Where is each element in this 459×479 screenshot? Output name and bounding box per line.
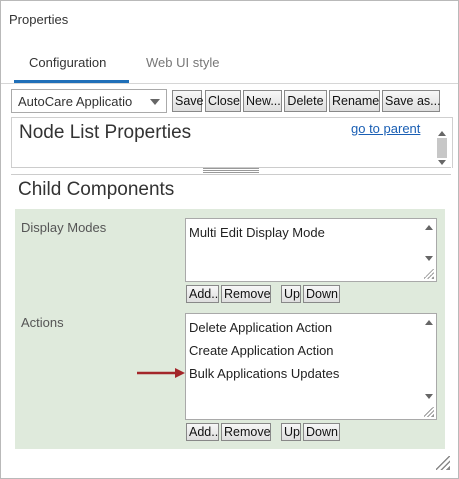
close-button[interactable]: Close xyxy=(205,90,241,112)
splitter-grip-icon[interactable] xyxy=(203,168,259,173)
resize-grip-icon[interactable] xyxy=(424,407,434,417)
up-display-mode-button[interactable]: Up xyxy=(281,285,301,303)
panel-scrollbar[interactable] xyxy=(436,131,448,165)
active-tab-indicator xyxy=(14,80,129,83)
list-item[interactable]: Bulk Applications Updates xyxy=(189,366,339,381)
child-components-panel: Display Modes Multi Edit Display Mode Ad… xyxy=(15,209,445,449)
resize-grip-icon[interactable] xyxy=(424,269,434,279)
save-as-button[interactable]: Save as... xyxy=(382,90,441,112)
component-select[interactable]: AutoCare Applicatio xyxy=(11,89,167,113)
list-item[interactable]: Create Application Action xyxy=(189,343,334,358)
properties-window: Properties Configuration Web UI style Au… xyxy=(0,0,459,479)
save-button[interactable]: Save xyxy=(172,90,204,112)
list-item[interactable]: Multi Edit Display Mode xyxy=(189,225,325,240)
window-title: Properties xyxy=(9,12,69,27)
tab-web-ui-style[interactable]: Web UI style xyxy=(146,55,219,70)
red-arrow-icon xyxy=(137,368,185,378)
splitter[interactable] xyxy=(11,167,451,175)
scroll-up-icon[interactable] xyxy=(438,131,446,136)
tab-bar: Configuration Web UI style xyxy=(1,45,458,84)
tab-configuration[interactable]: Configuration xyxy=(29,55,106,70)
go-to-parent-link[interactable]: go to parent xyxy=(351,121,420,136)
component-select-value: AutoCare Applicatio xyxy=(18,94,133,109)
child-components-title: Child Components xyxy=(18,179,175,200)
chevron-down-icon xyxy=(150,99,160,105)
rename-button[interactable]: Rename xyxy=(329,90,380,112)
actions-label: Actions xyxy=(21,315,64,330)
new-button[interactable]: New... xyxy=(243,90,282,112)
display-modes-list[interactable]: Multi Edit Display Mode xyxy=(185,218,437,282)
node-list-properties-panel: Node List Properties go to parent xyxy=(11,117,453,168)
actions-list[interactable]: Delete Application Action Create Applica… xyxy=(185,313,437,420)
add-display-mode-button[interactable]: Add.. xyxy=(186,285,219,303)
up-action-button[interactable]: Up xyxy=(281,423,301,441)
scroll-down-icon[interactable] xyxy=(425,394,433,399)
window-resize-grip-icon[interactable] xyxy=(436,456,450,470)
node-list-title: Node List Properties xyxy=(19,122,192,143)
down-action-button[interactable]: Down xyxy=(303,423,340,441)
remove-display-mode-button[interactable]: Remove xyxy=(221,285,271,303)
scroll-down-icon[interactable] xyxy=(438,160,446,165)
scroll-thumb[interactable] xyxy=(437,138,447,158)
scroll-up-icon[interactable] xyxy=(425,225,433,230)
remove-action-button[interactable]: Remove xyxy=(221,423,271,441)
delete-button[interactable]: Delete xyxy=(284,90,327,112)
scroll-up-icon[interactable] xyxy=(425,320,433,325)
down-display-mode-button[interactable]: Down xyxy=(303,285,340,303)
list-scrollbar[interactable] xyxy=(422,314,436,419)
list-item[interactable]: Delete Application Action xyxy=(189,320,332,335)
add-action-button[interactable]: Add.. xyxy=(186,423,219,441)
display-modes-label: Display Modes xyxy=(21,220,107,235)
scroll-down-icon[interactable] xyxy=(425,256,433,261)
